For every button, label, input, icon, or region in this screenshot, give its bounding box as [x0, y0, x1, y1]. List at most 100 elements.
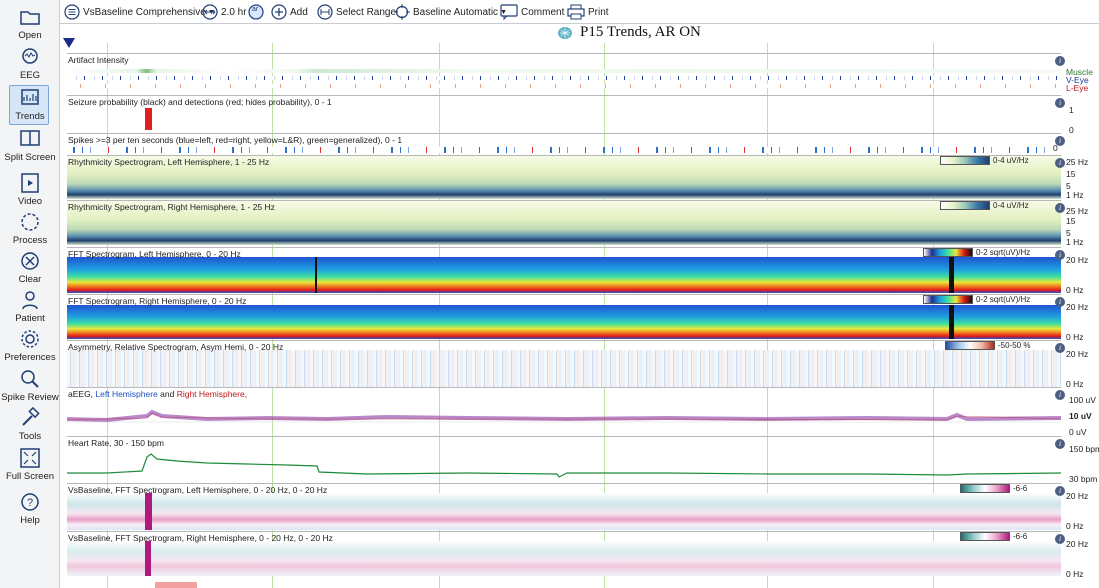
sidebar-item-spike-review[interactable]: Spike Review	[0, 368, 60, 403]
help-question-icon: ?	[21, 493, 39, 511]
video-film-icon	[21, 173, 39, 193]
sidebar-item-preferences[interactable]: Preferences	[0, 328, 60, 363]
aeeg-panel[interactable]: aEEG, Left Hemisphere and Right Hemisphe…	[67, 387, 1065, 435]
baseline-target-icon	[394, 4, 410, 20]
artifact-panel[interactable]: Artifact Intensity i	[67, 53, 1065, 95]
comment-button[interactable]: Comment	[500, 3, 564, 21]
timeline-scroll-thumb[interactable]	[155, 582, 197, 588]
panel-title: Asymmetry, Relative Spectrogram, Asym He…	[68, 342, 284, 352]
sidebar-item-full-screen[interactable]: Full Screen	[0, 447, 60, 482]
info-icon[interactable]: i	[1055, 297, 1065, 307]
sidebar-item-label: Split Screen	[4, 152, 56, 163]
rhythmicity-left-panel[interactable]: Rhythmicity Spectrogram, Left Hemisphere…	[67, 155, 1065, 199]
sidebar-item-label: Preferences	[4, 352, 56, 363]
freq-tick: 1 Hz	[1066, 190, 1084, 200]
sidebar-item-open[interactable]: Open	[0, 6, 60, 41]
info-icon[interactable]: i	[1055, 203, 1065, 213]
add-label: Add	[290, 6, 308, 18]
sidebar-item-clear[interactable]: Clear	[0, 250, 60, 285]
seizure-panel[interactable]: Seizure probability (black) and detectio…	[67, 95, 1065, 133]
sidebar-item-process[interactable]: Process	[0, 211, 60, 246]
scale-label: -6-6	[1013, 484, 1028, 493]
muscle-band	[67, 69, 1061, 73]
print-label: Print	[588, 6, 609, 18]
info-icon[interactable]: i	[1055, 343, 1065, 353]
split-screen-icon	[20, 130, 40, 146]
vsbaseline-right-marker	[145, 541, 151, 576]
sidebar: Open EEG Trends Split Screen Video Proce…	[0, 0, 60, 588]
select-range-label: Select Range	[336, 6, 397, 18]
color-scale: 0-4 uV/Hz	[940, 156, 1060, 165]
brain-icon	[558, 27, 572, 39]
vsbaseline-left-panel[interactable]: VsBaseline, FFT Spectrogram, Left Hemisp…	[67, 483, 1065, 530]
info-icon[interactable]: i	[1055, 56, 1065, 66]
panel-title: Artifact Intensity	[68, 55, 129, 65]
freq-tick: 15	[1066, 169, 1076, 179]
duration-label: 2.0 hr	[221, 6, 247, 18]
sidebar-item-eeg[interactable]: EEG	[0, 46, 60, 81]
tools-hammer-icon	[22, 407, 40, 426]
sidebar-item-patient[interactable]: Patient	[0, 289, 60, 324]
fft-right-panel[interactable]: FFT Spectrogram, Right Hemisphere, 0 - 2…	[67, 294, 1065, 339]
sidebar-item-label: Full Screen	[5, 471, 55, 482]
trend-panels: Artifact Intensity i Muscle V-Eye L-Eye …	[67, 43, 1099, 588]
spikes-panel[interactable]: Spikes >=3 per ten seconds (blue=left, r…	[67, 133, 1065, 155]
ar-toggle[interactable]: ar	[248, 3, 267, 21]
select-range-button[interactable]: Select Range	[317, 3, 396, 21]
sidebar-item-label: Tools	[18, 431, 42, 442]
heart-rate-panel[interactable]: Heart Rate, 30 - 150 bpm i	[67, 436, 1065, 481]
sidebar-item-label: Help	[20, 515, 40, 526]
comment-bubble-icon	[500, 4, 518, 20]
asymmetry-panel[interactable]: Asymmetry, Relative Spectrogram, Asym He…	[67, 340, 1065, 387]
heart-rate-trace	[67, 453, 1061, 478]
duration-arrows-icon	[202, 4, 218, 20]
folder-icon	[20, 11, 40, 25]
sidebar-item-video[interactable]: Video	[0, 172, 60, 207]
baseline-dropdown[interactable]: Baseline Automatic ▼	[394, 3, 507, 21]
freq-tick: 0 Hz	[1066, 521, 1084, 531]
fft-right-heatmap	[67, 305, 1061, 339]
panel-title: Seizure probability (black) and detectio…	[68, 97, 332, 107]
duration-button[interactable]: 2.0 hr	[202, 3, 247, 21]
info-icon[interactable]: i	[1055, 439, 1065, 449]
asymmetry-heatmap	[67, 350, 1061, 387]
sidebar-item-trends[interactable]: Trends	[0, 85, 60, 125]
printer-icon	[567, 4, 585, 20]
layout-dropdown[interactable]: VsBaseline Comprehensive ▼	[64, 3, 215, 21]
scale-label: 0-2 sqrt(uV)/Hz	[976, 295, 1031, 304]
scale-label: 0-2 sqrt(uV)/Hz	[976, 248, 1031, 257]
add-button[interactable]: Add	[271, 3, 308, 21]
info-icon[interactable]: i	[1055, 534, 1065, 544]
fft-left-panel[interactable]: FFT Spectrogram, Left Hemisphere, 0 - 20…	[67, 247, 1065, 293]
sidebar-item-split-screen[interactable]: Split Screen	[0, 128, 60, 163]
sidebar-item-tools[interactable]: Tools	[0, 407, 60, 442]
seizure-axis-bottom: 0	[1069, 125, 1074, 135]
panel-title: Rhythmicity Spectrogram, Right Hemispher…	[68, 202, 275, 212]
info-icon[interactable]: i	[1055, 390, 1065, 400]
sidebar-item-label: Process	[12, 235, 48, 246]
freq-tick: 0 Hz	[1066, 569, 1084, 579]
vsbaseline-right-panel[interactable]: VsBaseline, FFT Spectrogram, Right Hemis…	[67, 531, 1065, 576]
panel-title: FFT Spectrogram, Right Hemisphere, 0 - 2…	[68, 296, 247, 306]
full-screen-icon	[20, 448, 40, 468]
info-icon[interactable]: i	[1055, 250, 1065, 260]
seizure-detection-mark	[145, 108, 152, 130]
add-plus-icon	[271, 4, 287, 20]
spikes-band	[67, 147, 1061, 153]
print-button[interactable]: Print	[567, 3, 609, 21]
amp-tick: 10 uV	[1069, 411, 1092, 421]
info-icon[interactable]: i	[1055, 158, 1065, 168]
info-icon[interactable]: i	[1055, 98, 1065, 108]
amp-tick: 0 uV	[1069, 427, 1087, 437]
vsbaseline-left-marker	[145, 493, 152, 530]
freq-tick: 0 Hz	[1066, 332, 1084, 342]
sidebar-item-help[interactable]: ? Help	[0, 491, 60, 526]
sidebar-item-label: Patient	[15, 313, 45, 324]
info-icon[interactable]: i	[1055, 486, 1065, 496]
eeg-head-icon	[22, 48, 38, 64]
aeeg-trace	[67, 409, 1061, 423]
sidebar-item-label: Trends	[15, 111, 45, 122]
rhythmicity-right-panel[interactable]: Rhythmicity Spectrogram, Right Hemispher…	[67, 200, 1065, 245]
bpm-tick: 150 bpm	[1069, 444, 1099, 454]
vsbaseline-left-heatmap	[67, 493, 1061, 530]
